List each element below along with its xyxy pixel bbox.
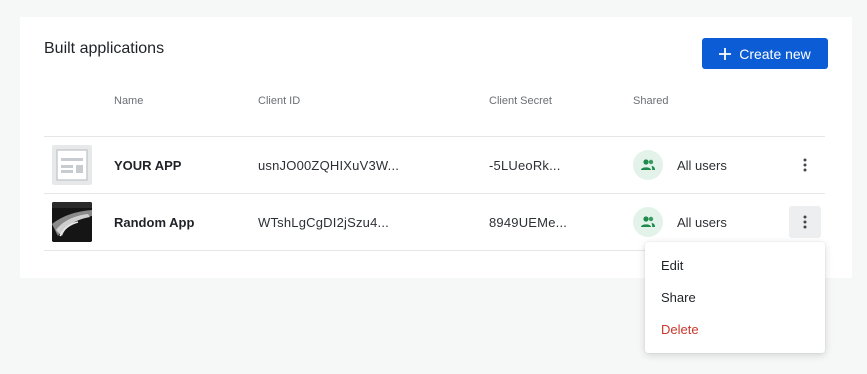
users-icon bbox=[633, 207, 663, 237]
users-icon bbox=[633, 150, 663, 180]
more-vertical-icon[interactable] bbox=[789, 149, 821, 181]
placeholder-app-icon bbox=[52, 145, 92, 185]
create-new-button[interactable]: Create new bbox=[702, 38, 828, 69]
row-actions-menu: Edit Share Delete bbox=[645, 242, 825, 353]
table-row[interactable]: YOUR APP usnJO00ZQHIXuV3W... -5LUeoRk...… bbox=[44, 137, 825, 193]
app-name: Random App bbox=[114, 214, 195, 230]
column-header-shared: Shared bbox=[633, 95, 669, 107]
app-image bbox=[52, 202, 92, 242]
client-secret: -5LUeoRk... bbox=[489, 157, 561, 173]
column-header-client-id: Client ID bbox=[258, 95, 301, 107]
page-title: Built applications bbox=[44, 40, 165, 57]
more-vertical-icon[interactable] bbox=[789, 206, 821, 238]
client-secret: 8949UEMe... bbox=[489, 214, 568, 230]
client-id: WTshLgCgDI2jSzu4... bbox=[258, 214, 389, 230]
create-new-label: Create new bbox=[739, 45, 811, 62]
shared-label: All users bbox=[677, 157, 727, 173]
column-header-client-secret: Client Secret bbox=[489, 95, 552, 107]
client-id: usnJO00ZQHIXuV3W... bbox=[258, 157, 400, 173]
menu-item-delete[interactable]: Delete bbox=[661, 322, 699, 337]
menu-item-edit[interactable]: Edit bbox=[661, 258, 683, 273]
app-name: YOUR APP bbox=[114, 157, 182, 173]
plus-icon bbox=[719, 47, 732, 60]
menu-item-share[interactable]: Share bbox=[661, 290, 696, 305]
built-applications-card: Built applications Create new Name Clien… bbox=[20, 17, 852, 278]
column-header-name: Name bbox=[114, 95, 144, 107]
